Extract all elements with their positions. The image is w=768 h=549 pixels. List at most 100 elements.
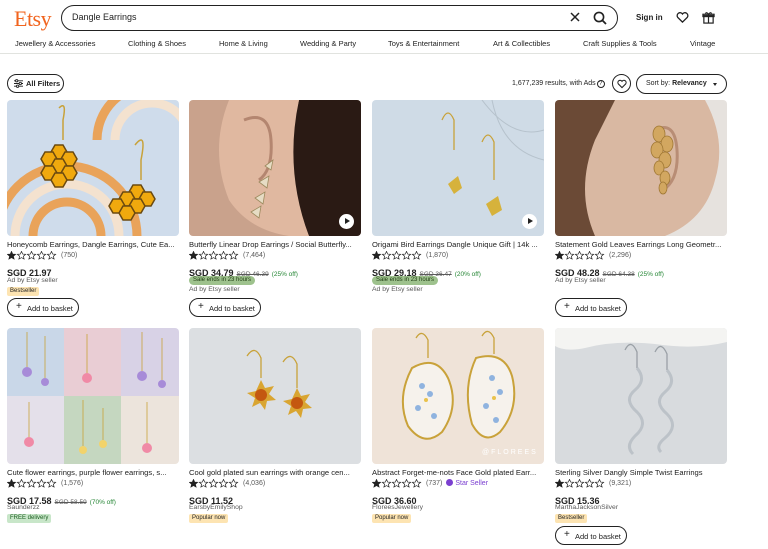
results-text: 1,677,239 results, with Ads — [512, 80, 596, 87]
all-filters-button[interactable]: All Filters — [7, 74, 64, 93]
star-icon — [574, 478, 585, 488]
help-icon[interactable]: ? — [596, 80, 605, 88]
star-icon — [46, 478, 57, 488]
plus-icon: + — [564, 301, 570, 312]
product-title[interactable]: Cool gold plated sun earrings with orang… — [189, 468, 361, 477]
shop-name[interactable]: Saunderzz — [7, 504, 40, 511]
all-filters-label: All Filters — [26, 79, 61, 88]
nav-item-art[interactable]: Art & Collectibles — [493, 39, 550, 48]
star-icon — [411, 250, 422, 260]
rating: (9,321) — [554, 478, 632, 488]
discount: (25% off) — [271, 271, 298, 278]
review-count: (9,321) — [609, 480, 632, 487]
star-icon — [198, 478, 209, 488]
nav-item-home[interactable]: Home & Living — [219, 39, 268, 48]
star-rating-icon — [554, 250, 605, 260]
product-image[interactable] — [7, 100, 179, 236]
search-input[interactable]: Dangle Earrings — [72, 12, 137, 22]
star-icon — [391, 478, 402, 488]
add-to-basket-button[interactable]: + Add to basket — [555, 526, 627, 545]
gift-icon[interactable] — [702, 11, 715, 24]
star-rating-icon — [188, 250, 239, 260]
star-icon — [594, 478, 605, 488]
add-to-basket-button[interactable]: + Add to basket — [7, 298, 79, 317]
star-icon — [228, 250, 239, 260]
star-icon — [564, 250, 575, 260]
heart-icon[interactable] — [676, 11, 689, 24]
sort-value: Relevancy — [672, 80, 707, 87]
star-icon — [16, 250, 27, 260]
shop-name[interactable]: MarthaJacksonSilver — [555, 504, 618, 511]
close-icon[interactable] — [569, 11, 581, 23]
sort-dropdown[interactable]: Sort by: Relevancy — [636, 74, 727, 94]
product-image[interactable] — [555, 328, 727, 464]
bestseller-badge: Bestseller — [555, 514, 588, 523]
category-nav: Jewellery & Accessories Clothing & Shoes… — [0, 37, 768, 54]
star-icon — [401, 250, 412, 260]
search-bar[interactable]: Dangle Earrings — [61, 5, 618, 31]
star-icon — [36, 478, 47, 488]
shop-name[interactable]: EarsbyEmilyShop — [189, 504, 243, 511]
save-search-button[interactable] — [612, 74, 631, 93]
product-image[interactable] — [372, 100, 544, 236]
nav-item-wedding[interactable]: Wedding & Party — [300, 39, 356, 48]
play-video-icon[interactable] — [339, 214, 354, 229]
product-title[interactable]: Butterfly Linear Drop Earrings / Social … — [189, 240, 361, 249]
product-title[interactable]: Origami Bird Earrings Dangle Unique Gift… — [372, 240, 544, 249]
review-count: (1,576) — [61, 480, 84, 487]
chevron-down-icon — [713, 83, 717, 86]
product-title[interactable]: Sterling Silver Dangly Simple Twist Earr… — [555, 468, 727, 477]
ad-label: Ad by Etsy seller — [372, 286, 423, 293]
nav-item-toys[interactable]: Toys & Entertainment — [388, 39, 459, 48]
star-icon — [564, 478, 575, 488]
plus-icon: + — [564, 529, 570, 540]
star-icon — [381, 478, 392, 488]
product-image[interactable] — [189, 100, 361, 236]
review-count: (750) — [61, 252, 78, 259]
product-image[interactable] — [555, 100, 727, 236]
product-title[interactable]: Statement Gold Leaves Earrings Long Geom… — [555, 240, 727, 249]
popular-now-badge: Popular now — [189, 514, 229, 523]
etsy-logo[interactable]: Etsy — [14, 6, 52, 32]
product-image[interactable]: @FLOREES — [372, 328, 544, 464]
heart-icon — [617, 79, 627, 89]
star-icon — [218, 250, 229, 260]
play-video-icon[interactable] — [522, 214, 537, 229]
add-to-basket-button[interactable]: + Add to basket — [555, 298, 627, 317]
star-icon — [26, 250, 37, 260]
nav-item-jewellery[interactable]: Jewellery & Accessories — [15, 39, 95, 48]
ad-label: Ad by Etsy seller — [7, 277, 58, 284]
product-title[interactable]: Abstract Forget-me-nots Face Gold plated… — [372, 468, 544, 477]
product-title[interactable]: Cute flower earrings, purple flower earr… — [7, 468, 179, 477]
popular-now-badge: Popular now — [372, 514, 412, 523]
rating: (1,870) — [371, 250, 448, 260]
star-icon — [208, 250, 219, 260]
add-to-basket-label: Add to basket — [575, 532, 621, 541]
product-title[interactable]: Honeycomb Earrings, Dangle Earrings, Cut… — [7, 240, 179, 249]
rating: (2,296) — [554, 250, 632, 260]
star-icon — [228, 478, 239, 488]
nav-item-clothing[interactable]: Clothing & Shoes — [128, 39, 186, 48]
review-count: (2,296) — [609, 252, 632, 259]
star-icon — [401, 478, 412, 488]
bestseller-badge: Bestseller — [7, 287, 40, 296]
search-icon[interactable] — [592, 10, 608, 26]
product-image[interactable] — [7, 328, 179, 464]
star-rating-icon — [188, 478, 239, 488]
nav-item-craft[interactable]: Craft Supplies & Tools — [583, 39, 657, 48]
sale-ends-badge: Sale ends in 23 hours — [372, 276, 439, 285]
review-count: (737) — [426, 480, 443, 487]
rating: (737) Star Seller — [371, 478, 488, 488]
add-to-basket-button[interactable]: + Add to basket — [189, 298, 261, 317]
star-icon — [26, 478, 37, 488]
plus-icon: + — [198, 301, 204, 312]
rating: (4,036) — [188, 478, 265, 488]
product-image[interactable] — [189, 328, 361, 464]
plus-icon: + — [16, 301, 22, 312]
nav-item-vintage[interactable]: Vintage — [690, 39, 715, 48]
star-seller-badge: Star Seller — [446, 479, 488, 488]
star-rating-icon — [371, 250, 422, 260]
shop-name[interactable]: FloreesJewellery — [372, 504, 423, 511]
star-seller-icon — [446, 479, 454, 486]
sign-in-link[interactable]: Sign in — [636, 13, 663, 22]
